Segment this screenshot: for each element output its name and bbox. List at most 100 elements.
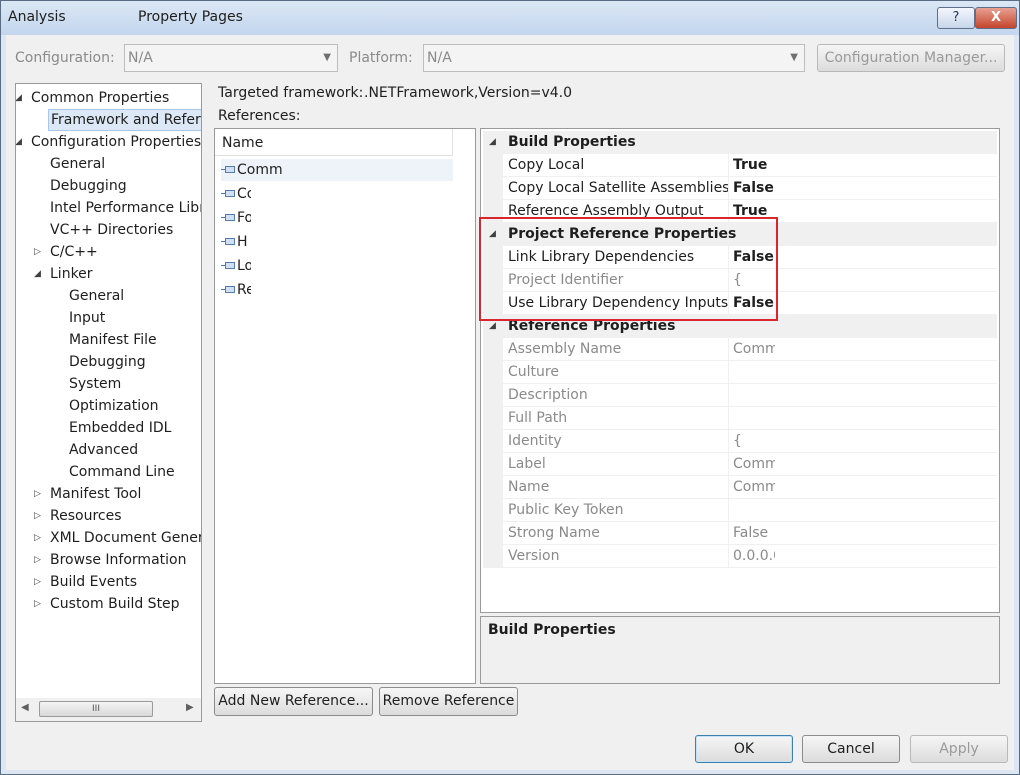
- tree-item[interactable]: Command Line: [16, 461, 201, 483]
- property-name: Description: [508, 387, 588, 403]
- property-row[interactable]: Copy Local True: [483, 154, 997, 177]
- tree-item[interactable]: System: [16, 373, 201, 395]
- collapsed-triangle-icon[interactable]: ▷: [34, 593, 41, 615]
- reference-icon: [225, 285, 235, 293]
- collapsed-triangle-icon[interactable]: ▷: [34, 549, 41, 571]
- property-grid[interactable]: ◢ Build Properties Copy Local True Copy Loca…: [480, 128, 1000, 613]
- collapsed-triangle-icon[interactable]: ▷: [34, 483, 41, 505]
- property-row[interactable]: Name Comm: [483, 476, 997, 499]
- tree-item-label: System: [69, 376, 122, 392]
- property-row[interactable]: Strong Name False: [483, 522, 997, 545]
- tree-item-label: General: [69, 288, 125, 304]
- tree-item[interactable]: General: [16, 153, 201, 175]
- property-row[interactable]: Assembly Name Comm: [483, 338, 997, 361]
- remove-reference-button[interactable]: Remove Reference: [379, 687, 518, 716]
- help-button[interactable]: ?: [937, 7, 975, 29]
- scroll-right-icon[interactable]: ▶: [186, 702, 194, 713]
- property-value[interactable]: False: [733, 177, 775, 199]
- tree-item[interactable]: ▷ XML Document Generator: [16, 527, 201, 549]
- scroll-left-icon[interactable]: ◀: [21, 702, 29, 713]
- apply-button[interactable]: Apply: [910, 735, 1008, 763]
- tree-item-label: Optimization: [69, 398, 159, 414]
- tree-item-label: Linker: [50, 266, 93, 282]
- property-row[interactable]: Copy Local Satellite Assemblies False: [483, 177, 997, 200]
- property-value[interactable]: Comm: [733, 476, 775, 498]
- reference-item[interactable]: Re: [221, 279, 251, 301]
- tree-item[interactable]: Framework and References: [16, 109, 201, 131]
- property-row[interactable]: Description: [483, 384, 997, 407]
- tree-item[interactable]: Input: [16, 307, 201, 329]
- references-list[interactable]: Name Comm Co Fo H Lo Re: [214, 128, 476, 684]
- property-value[interactable]: Comm: [733, 453, 775, 475]
- reference-item[interactable]: H: [221, 231, 251, 253]
- category-tree[interactable]: ◢ Common Properties Framework and Referenc…: [15, 83, 202, 722]
- property-value[interactable]: Comm: [733, 338, 775, 360]
- name-column-header[interactable]: Name: [215, 129, 453, 156]
- tree-item[interactable]: ▷ Browse Information: [16, 549, 201, 571]
- configuration-value: N/A: [128, 50, 153, 66]
- tree-item[interactable]: Intel Performance Libraries: [16, 197, 201, 219]
- scrollbar-thumb[interactable]: III: [39, 701, 153, 717]
- row-gutter: [483, 499, 503, 522]
- expanded-triangle-icon[interactable]: ◢: [489, 131, 496, 154]
- reference-item[interactable]: Lo: [221, 255, 251, 277]
- reference-item[interactable]: Comm: [221, 159, 453, 181]
- property-row[interactable]: Version 0.0.0.0: [483, 545, 997, 568]
- tree-item[interactable]: Embedded IDL: [16, 417, 201, 439]
- tree-item[interactable]: VC++ Directories: [16, 219, 201, 241]
- property-name: Culture: [508, 364, 559, 380]
- property-value[interactable]: 0.0.0.0: [733, 545, 775, 567]
- collapsed-triangle-icon[interactable]: ▷: [34, 505, 41, 527]
- add-new-reference-button[interactable]: Add New Reference...: [214, 687, 373, 716]
- tree-item[interactable]: ◢ Configuration Properties: [16, 131, 201, 153]
- collapsed-triangle-icon[interactable]: ▷: [34, 241, 41, 263]
- tree-item[interactable]: Debugging: [16, 351, 201, 373]
- tree-item[interactable]: Manifest File: [16, 329, 201, 351]
- property-row[interactable]: Full Path: [483, 407, 997, 430]
- property-row[interactable]: Public Key Token: [483, 499, 997, 522]
- tree-item[interactable]: ▷ Custom Build Step: [16, 593, 201, 615]
- reference-item[interactable]: Fo: [221, 207, 251, 229]
- tree-item[interactable]: ▷ C/C++: [16, 241, 201, 263]
- tree-item[interactable]: Optimization: [16, 395, 201, 417]
- tree-horizontal-scrollbar[interactable]: ◀ III ▶: [16, 698, 201, 721]
- property-row[interactable]: Identity {: [483, 430, 997, 453]
- collapsed-triangle-icon[interactable]: ▷: [34, 527, 41, 549]
- tree-item[interactable]: General: [16, 285, 201, 307]
- close-button[interactable]: X: [975, 7, 1017, 29]
- ok-button[interactable]: OK: [695, 735, 793, 763]
- property-value[interactable]: True: [733, 154, 775, 176]
- reference-item[interactable]: Co: [221, 183, 251, 205]
- tree-item[interactable]: ▷ Manifest Tool: [16, 483, 201, 505]
- tree-item[interactable]: Debugging: [16, 175, 201, 197]
- property-value[interactable]: {: [733, 430, 775, 452]
- property-category-label: Build Properties: [508, 134, 636, 150]
- configuration-combo[interactable]: N/A ▼: [124, 44, 338, 72]
- expanded-triangle-icon[interactable]: ◢: [16, 131, 22, 153]
- property-pages-dialog: Analysis Property Pages ? X Configuratio…: [0, 0, 1020, 775]
- column-separator: [728, 499, 729, 522]
- column-separator: [728, 522, 729, 545]
- collapsed-triangle-icon[interactable]: ▷: [34, 571, 41, 593]
- tree-item[interactable]: ▷ Build Events: [16, 571, 201, 593]
- property-name: Public Key Token: [508, 502, 624, 518]
- property-value[interactable]: False: [733, 522, 775, 544]
- tree-item[interactable]: Advanced: [16, 439, 201, 461]
- tree-item-label: Configuration Properties: [31, 134, 202, 150]
- platform-value: N/A: [427, 50, 452, 66]
- property-category[interactable]: ◢ Build Properties: [483, 131, 997, 154]
- column-separator: [728, 453, 729, 476]
- column-separator: [728, 384, 729, 407]
- expanded-triangle-icon[interactable]: ◢: [16, 87, 22, 109]
- cancel-button[interactable]: Cancel: [802, 735, 900, 763]
- row-gutter: [483, 453, 503, 476]
- tree-item[interactable]: ▷ Resources: [16, 505, 201, 527]
- configuration-manager-button[interactable]: Configuration Manager...: [817, 44, 1005, 72]
- property-row[interactable]: Label Comm: [483, 453, 997, 476]
- expanded-triangle-icon[interactable]: ◢: [34, 263, 41, 285]
- tree-item[interactable]: ◢ Common Properties: [16, 87, 201, 109]
- property-row[interactable]: Culture: [483, 361, 997, 384]
- platform-combo[interactable]: N/A ▼: [423, 44, 805, 72]
- tree-item-label: VC++ Directories: [50, 222, 174, 238]
- tree-item[interactable]: ◢ Linker: [16, 263, 201, 285]
